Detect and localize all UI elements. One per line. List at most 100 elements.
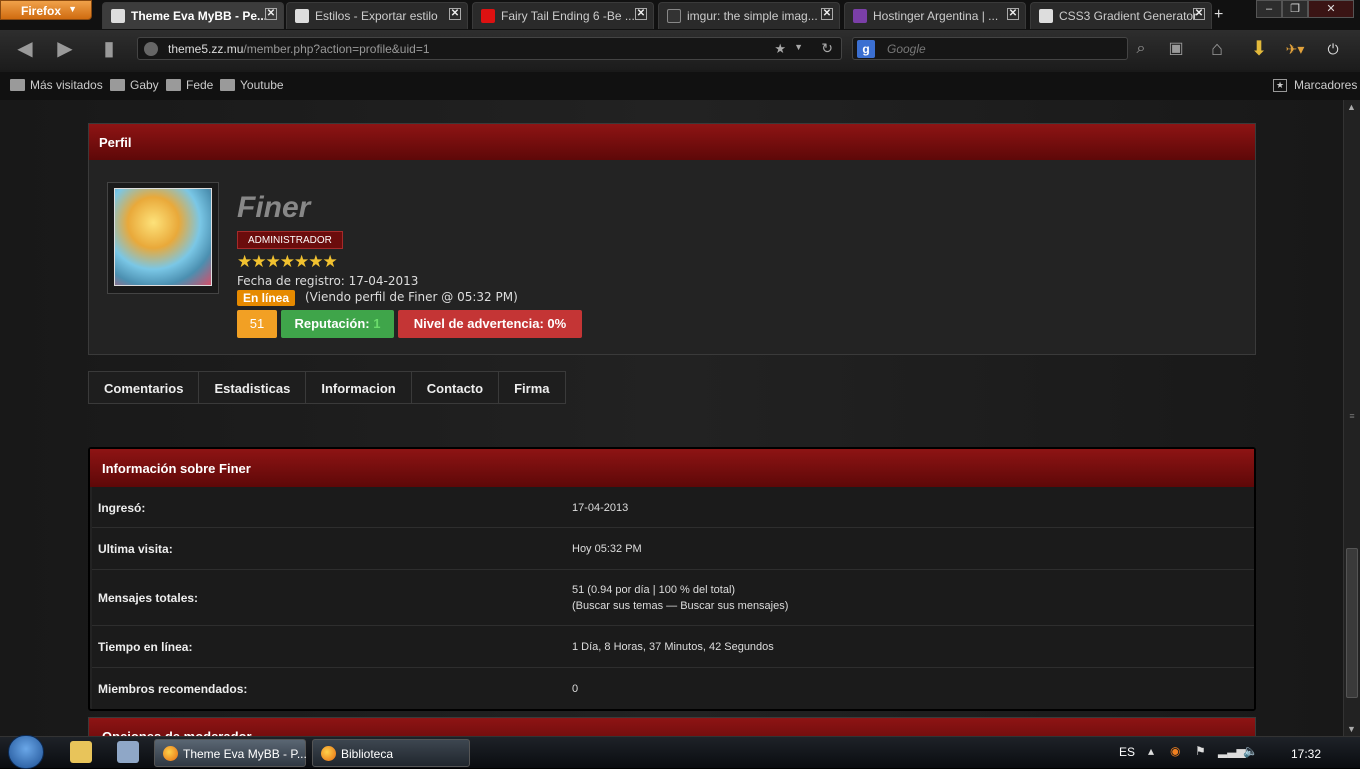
addon-icon[interactable]: ✈▾	[1282, 38, 1308, 62]
row-label: Ingresó:	[98, 501, 146, 515]
close-icon[interactable]: ✕	[1193, 8, 1205, 20]
tab-bar: Firefox ▼ Theme Eva MyBB - Pe... ✕ Estilos…	[0, 0, 1360, 30]
row-value: 51 (0.94 por día | 100 % del total)	[572, 584, 736, 596]
tab-label: Fairy Tail Ending 6 -Be ...	[501, 9, 635, 23]
folder-icon	[110, 79, 125, 91]
tab-firma[interactable]: Firma	[499, 372, 564, 403]
close-icon[interactable]: ✕	[635, 8, 647, 20]
tab-fairy-tail[interactable]: Fairy Tail Ending 6 -Be ... ✕	[472, 2, 654, 29]
tray-app-icon[interactable]: ◉	[1170, 744, 1180, 758]
table-row: Ingresó: 17-04-2013	[92, 487, 1254, 528]
tab-theme-eva[interactable]: Theme Eva MyBB - Pe... ✕	[102, 2, 284, 29]
page-icon	[111, 9, 125, 23]
clock[interactable]: 17:32	[1291, 747, 1321, 761]
tab-css3[interactable]: CSS3 Gradient Generator ✕	[1030, 2, 1212, 29]
moderator-header: Opciones de moderador	[89, 718, 1255, 736]
warning-level-button[interactable]: Nivel de advertencia: 0%	[398, 310, 582, 338]
tab-imgur[interactable]: imgur: the simple imag... ✕	[658, 2, 840, 29]
page-content: Perfil Finer ADMINISTRADOR ★★★★★★★ Fecha…	[0, 100, 1343, 736]
back-arrow-icon[interactable]: ◀	[12, 38, 38, 62]
reputation-value: 1	[373, 316, 381, 331]
volume-icon[interactable]: 🔈	[1243, 744, 1258, 758]
new-tab-button[interactable]: +	[1214, 6, 1223, 24]
table-row: Tiempo en línea: 1 Día, 8 Horas, 37 Minu…	[92, 626, 1254, 668]
notes-icon[interactable]	[117, 741, 139, 763]
maximize-button[interactable]: ❐	[1282, 0, 1308, 18]
scrollbar[interactable]: ▲ ≡ ▼	[1343, 100, 1360, 736]
registration-date: Fecha de registro: 17-04-2013	[237, 274, 419, 288]
language-indicator[interactable]: ES	[1119, 745, 1135, 759]
reload-icon[interactable]: ↻	[821, 40, 833, 57]
folder-icon	[220, 79, 235, 91]
search-input[interactable]: g Google	[852, 37, 1128, 60]
site-identity-icon[interactable]	[144, 42, 158, 56]
close-icon[interactable]: ✕	[265, 8, 277, 20]
taskbar: Theme Eva MyBB - P... Biblioteca ES ▴ ◉ …	[0, 735, 1360, 769]
tab-estilos[interactable]: Estilos - Exportar estilo ✕	[286, 2, 468, 29]
search-links[interactable]: (Buscar sus temas — Buscar sus mensajes)	[572, 598, 788, 614]
page-icon	[1039, 9, 1053, 23]
tab-label: Hostinger Argentina | ...	[873, 9, 999, 23]
row-value: Hoy 05:32 PM	[572, 543, 642, 555]
power-icon[interactable]: ⏻	[1320, 38, 1346, 62]
url-bar[interactable]: theme5.zz.mu/member.php?action=profile&u…	[137, 37, 842, 60]
google-icon[interactable]: g	[857, 40, 875, 58]
action-center-flag-icon[interactable]: ⚑	[1195, 744, 1206, 758]
page-icon	[295, 9, 309, 23]
taskbar-window-firefox[interactable]: Theme Eva MyBB - P...	[154, 739, 307, 767]
bookmarks-icon: ★	[1273, 79, 1287, 92]
reputation-button[interactable]: Reputación: 1	[281, 310, 394, 338]
bookmark-gaby[interactable]: Gaby	[110, 78, 159, 92]
show-hidden-icons[interactable]: ▴	[1148, 744, 1154, 758]
tab-comentarios[interactable]: Comentarios	[89, 372, 200, 403]
row-value: 0	[572, 683, 579, 695]
youtube-icon	[481, 9, 495, 23]
bookmarks-menu[interactable]: ★ Marcadores	[1273, 78, 1357, 92]
url-text[interactable]: theme5.zz.mu/member.php?action=profile&u…	[168, 42, 430, 56]
row-value: 1 Día, 8 Horas, 37 Minutos, 42 Segundos	[572, 641, 774, 653]
stats-icon[interactable]: ▮	[96, 38, 122, 62]
tab-label: imgur: the simple imag...	[687, 9, 818, 23]
close-window-button[interactable]: ✕	[1308, 0, 1354, 18]
scroll-down-icon[interactable]: ▼	[1347, 724, 1356, 734]
scroll-up-icon[interactable]: ▲	[1347, 102, 1356, 112]
posts-count-button[interactable]: 51	[237, 310, 277, 338]
folder-icon	[10, 79, 25, 91]
taskbar-window-biblioteca[interactable]: Biblioteca	[312, 739, 470, 767]
firefox-menu-button[interactable]: Firefox ▼	[0, 0, 92, 20]
table-row: Ultima visita: Hoy 05:32 PM	[92, 528, 1254, 570]
start-button[interactable]	[8, 735, 44, 769]
close-icon[interactable]: ✕	[821, 8, 833, 20]
fullscreen-icon[interactable]: ▣	[1163, 38, 1189, 62]
home-icon[interactable]: ⌂	[1204, 38, 1230, 62]
bookmarks-bar: Más visitados Gaby Fede Youtube ★ Marcado…	[0, 72, 1360, 100]
close-icon[interactable]: ✕	[449, 8, 461, 20]
search-placeholder: Google	[887, 42, 926, 56]
viewing-status: (Viendo perfil de Finer @ 05:32 PM)	[305, 290, 518, 304]
row-label: Mensajes totales:	[98, 591, 199, 605]
search-icon[interactable]: ⌕	[1128, 38, 1154, 62]
download-icon[interactable]: ⬇	[1246, 38, 1272, 62]
bookmark-youtube[interactable]: Youtube	[220, 78, 284, 92]
tab-contacto[interactable]: Contacto	[412, 372, 500, 403]
bookmark-star-icon[interactable]: ★	[774, 41, 786, 57]
info-header: Información sobre Finer	[90, 449, 1254, 487]
minimize-button[interactable]: –	[1256, 0, 1282, 18]
close-icon[interactable]: ✕	[1007, 8, 1019, 20]
scroll-grip-icon: ≡	[1349, 411, 1355, 421]
explorer-icon[interactable]	[70, 741, 92, 763]
scrollbar-thumb[interactable]	[1346, 548, 1358, 698]
bookmark-mas-visitados[interactable]: Más visitados	[10, 78, 103, 92]
tab-hostinger[interactable]: Hostinger Argentina | ... ✕	[844, 2, 1026, 29]
chevron-down-icon: ▼	[68, 4, 77, 14]
forward-arrow-icon[interactable]: ▶	[52, 38, 78, 62]
bookmark-fede[interactable]: Fede	[166, 78, 213, 92]
avatar	[114, 188, 212, 286]
network-icon[interactable]: ▂▃▅	[1218, 744, 1246, 758]
tab-estadisticas[interactable]: Estadisticas	[199, 372, 307, 403]
browser-chrome: Firefox ▼ Theme Eva MyBB - Pe... ✕ Estilos…	[0, 0, 1360, 100]
info-panel: Información sobre Finer Ingresó: 17-04-2…	[88, 447, 1256, 711]
tab-informacion[interactable]: Informacion	[306, 372, 412, 403]
row-label: Miembros recomendados:	[98, 682, 248, 696]
chevron-down-icon[interactable]: ▼	[794, 42, 803, 52]
